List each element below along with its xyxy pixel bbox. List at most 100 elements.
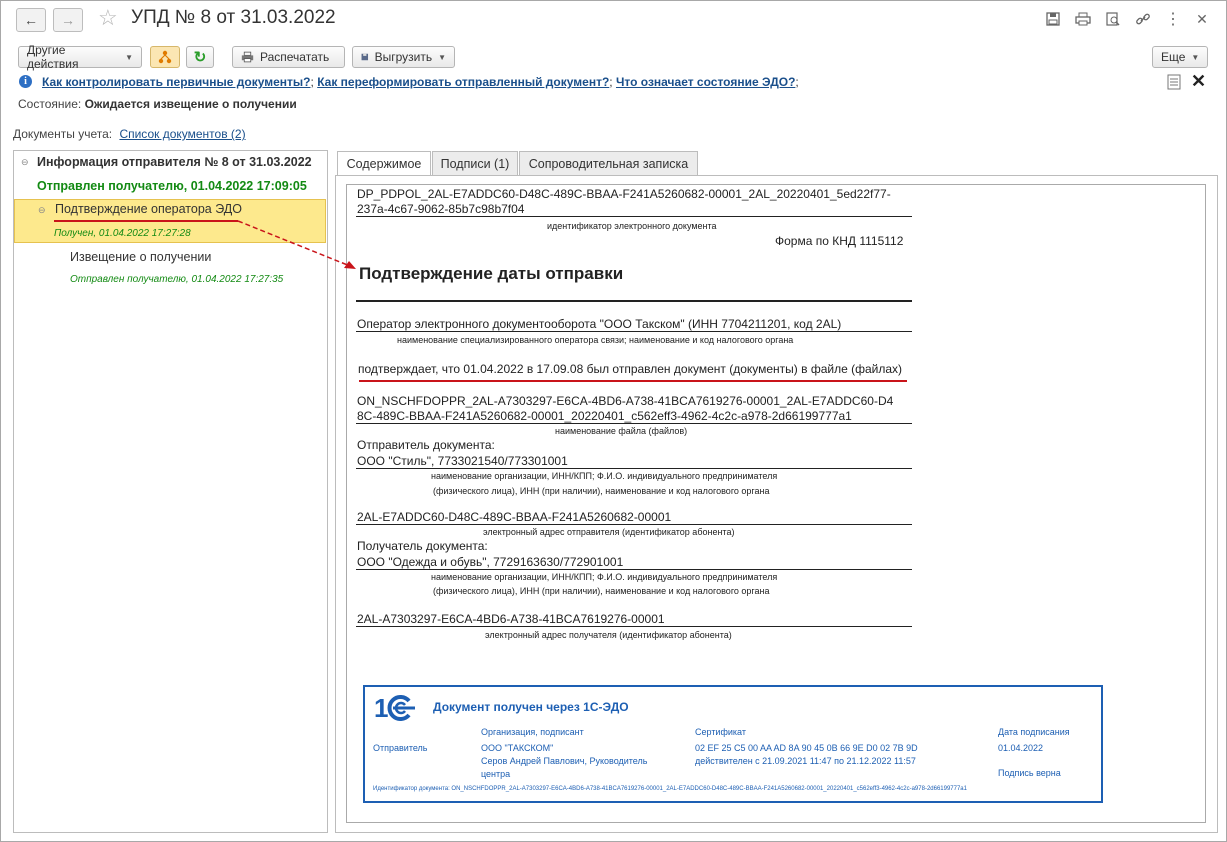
forward-button[interactable]: → (53, 8, 83, 32)
help-link-reform[interactable]: Как переформировать отправленный докумен… (317, 75, 609, 89)
star-icon[interactable]: ☆ (98, 5, 118, 31)
more-label: Еще (1161, 50, 1186, 64)
tree-item-operator-confirm: Подтверждение оператора ЭДО (55, 202, 242, 216)
window-title: УПД № 8 от 31.03.2022 (131, 7, 336, 28)
separator: ; (795, 75, 799, 89)
tree-root-title[interactable]: Информация отправителя № 8 от 31.03.2022 (37, 155, 312, 169)
refresh-button[interactable]: ↻ (186, 46, 214, 68)
status-label: Состояние: (18, 97, 82, 111)
file-caption: наименование файла (файлов) (555, 426, 688, 436)
tab-content[interactable]: Содержимое (337, 151, 431, 176)
stamp-col-cert: Сертификат (695, 727, 746, 737)
document-view[interactable]: DP_PDPOL_2AL-E7ADDC60-D48C-489C-BBAA-F24… (346, 184, 1206, 823)
tree-item-receipt-status: Отправлен получателю, 01.04.2022 17:27:3… (70, 274, 284, 285)
dropdown-arrow-icon: ▼ (125, 52, 133, 62)
link-icon[interactable] (1134, 10, 1152, 28)
tree-item-receipt-notice[interactable]: Извещение о получении (70, 250, 211, 264)
stamp-doc-id: Идентификатор документа: ON_NSCHFDOPPR_2… (373, 786, 967, 792)
collapse-icon[interactable]: ⊖ (38, 205, 46, 216)
sender-org-caption1: наименование организации, ИНН/КПП; Ф.И.О… (431, 471, 778, 481)
help-links: Как контролировать первичные документы?;… (42, 75, 799, 89)
back-button[interactable]: ← (16, 8, 46, 32)
recipient-org-caption2: (физического лица), ИНН (при наличии), н… (433, 586, 770, 596)
divider (356, 468, 912, 469)
sender-label: Отправитель документа: (357, 438, 495, 452)
stamp-col-date: Дата подписания (998, 727, 1070, 737)
tab-cover-note[interactable]: Сопроводительная записка (519, 151, 698, 175)
separator: ; (609, 75, 613, 89)
1c-logo: 1 (373, 693, 417, 723)
disk-icon (361, 53, 369, 61)
more-vertical-icon[interactable]: ⋮ (1164, 10, 1182, 28)
confirms-text: подтверждает, что 01.04.2022 в 17.09.08 … (358, 362, 903, 376)
tab-signatures[interactable]: Подписи (1) (432, 151, 518, 175)
save-icon[interactable] (1044, 10, 1062, 28)
separator: ; (310, 75, 314, 89)
notes-icon[interactable] (1167, 74, 1181, 93)
red-underline-mark (54, 220, 238, 222)
refresh-icon: ↻ (193, 49, 207, 66)
edo-stamp: 1 Документ получен через 1С-ЭДО Организа… (363, 685, 1103, 803)
red-underline-mark (359, 380, 907, 382)
help-link-control[interactable]: Как контролировать первичные документы? (42, 75, 311, 89)
tab-signatures-label: Подписи (1) (440, 156, 510, 171)
operator-caption: наименование специализированного операто… (397, 335, 794, 345)
more-button[interactable]: Еще ▼ (1152, 46, 1208, 68)
stamp-sign-date: 01.04.2022 (998, 743, 1044, 753)
divider (356, 569, 912, 570)
sender-org-caption2: (физического лица), ИНН (при наличии), н… (433, 486, 770, 496)
stamp-sign-status: Подпись верна (998, 768, 1061, 778)
dropdown-arrow-icon: ▼ (438, 52, 446, 62)
collapse-icon[interactable]: ⊖ (21, 157, 29, 168)
divider (356, 626, 912, 627)
stamp-cert-line1: 02 EF 25 C5 00 AA AD 8A 90 45 0B 66 9E D… (695, 743, 918, 753)
doc-heading: Подтверждение даты отправки (359, 264, 624, 283)
structure-button[interactable] (150, 46, 180, 68)
accounting-docs-link[interactable]: Список документов (2) (119, 127, 245, 141)
divider (356, 300, 912, 302)
tab-content-label: Содержимое (346, 157, 422, 171)
close-panel-icon[interactable]: ✕ (1191, 71, 1206, 92)
operator-text: Оператор электронного документооборота "… (357, 317, 842, 331)
printer-icon (241, 51, 254, 63)
divider (356, 331, 912, 332)
preview-icon[interactable] (1104, 10, 1122, 28)
export-button[interactable]: Выгрузить ▼ (352, 46, 455, 68)
accounting-docs-row: Документы учета: Список документов (2) (13, 127, 246, 141)
export-label: Выгрузить (374, 50, 433, 64)
close-window-icon[interactable]: ✕ (1193, 10, 1211, 28)
status-value: Ожидается извещение о получении (84, 97, 297, 111)
print-button[interactable]: Распечатать (232, 46, 345, 68)
stamp-title: Документ получен через 1С-ЭДО (433, 700, 629, 714)
info-icon: i (19, 75, 32, 88)
divider (356, 524, 912, 525)
doc-id-line1: DP_PDPOL_2AL-E7ADDC60-D48C-489C-BBAA-F24… (357, 187, 891, 201)
printer-icon[interactable] (1074, 10, 1092, 28)
divider (356, 423, 912, 424)
file-name-line1: ON_NSCHFDOPPR_2AL-A7303297-E6CA-4BD6-A73… (357, 394, 894, 408)
recipient-value: ООО "Одежда и обувь", 7729163630/7729010… (357, 555, 624, 569)
stamp-col-org: Организация, подписант (481, 727, 584, 737)
stamp-cert-line2: действителен с 21.09.2021 11:47 по 21.12… (695, 756, 916, 766)
tree-root-status: Отправлен получателю, 01.04.2022 17:09:0… (37, 179, 307, 193)
help-link-edo-state[interactable]: Что означает состояние ЭДО? (616, 75, 795, 89)
accounting-docs-label: Документы учета: (13, 127, 113, 141)
recipient-org-caption1: наименование организации, ИНН/КПП; Ф.И.О… (431, 572, 778, 582)
stamp-org-line2: Серов Андрей Павлович, Руководитель (481, 756, 648, 766)
stamp-org-line3: центра (481, 769, 511, 779)
other-actions-label: Другие действия (27, 43, 79, 71)
arrow-right-icon: → (61, 12, 75, 28)
svg-text:1: 1 (374, 695, 388, 721)
doc-id-caption: идентификатор электронного документа (547, 221, 717, 231)
hierarchy-icon (158, 50, 172, 64)
status-row: Состояние: Ожидается извещение о получен… (18, 97, 297, 111)
divider (356, 216, 912, 217)
recipient-label: Получатель документа: (357, 539, 488, 553)
recipient-address: 2AL-A7303297-E6CA-4BD6-A738-41BCA7619276… (357, 612, 665, 626)
form-code: Форма по КНД 1115112 (775, 234, 904, 248)
sender-address: 2AL-E7ADDC60-D48C-489C-BBAA-F241A5260682… (357, 510, 672, 524)
other-actions-button[interactable]: Другие действия ▼ (18, 43, 142, 71)
tab-cover-note-label: Сопроводительная записка (528, 156, 689, 171)
doc-id-line2: 237a-4c67-9062-85b7c98b7f04 (357, 202, 525, 216)
dropdown-arrow-icon: ▼ (1191, 52, 1200, 62)
